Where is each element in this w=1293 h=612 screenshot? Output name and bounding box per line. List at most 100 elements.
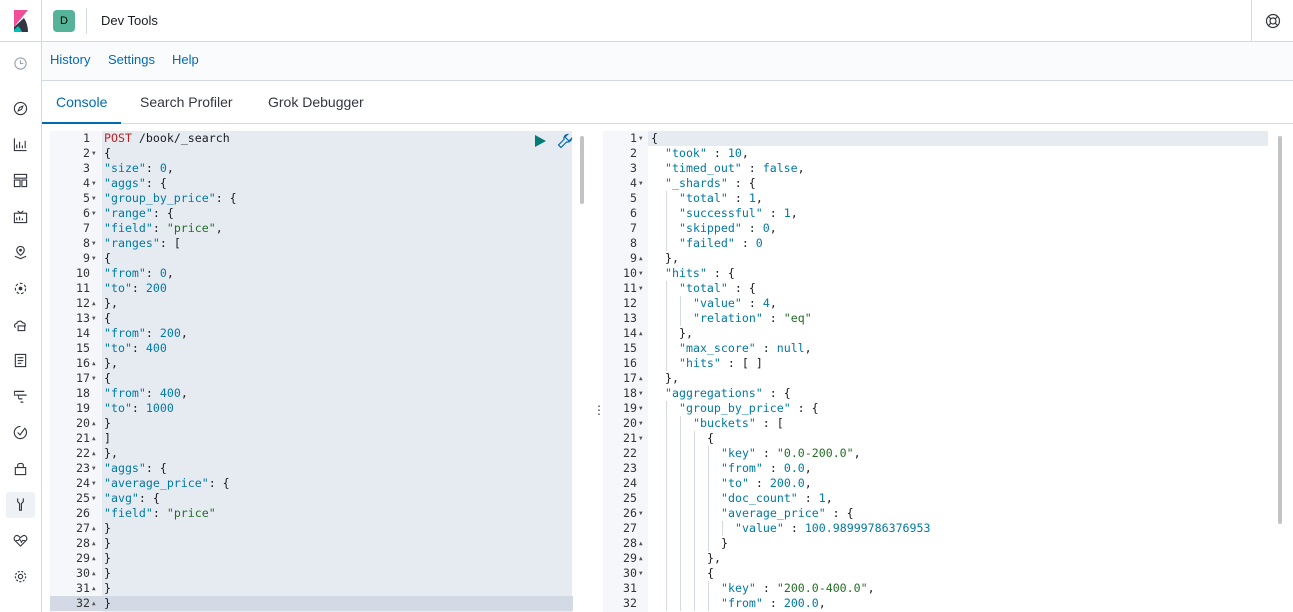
request-line[interactable]: 6 ▼ "range": { [50,206,573,221]
request-line[interactable]: 8 ▼ "ranges": [ [50,236,573,251]
settings-link[interactable]: Settings [108,52,155,67]
history-link[interactable]: History [50,52,90,67]
fold-open-icon[interactable]: ▼ [92,236,96,251]
nav-infrastructure[interactable] [6,312,35,338]
fold-close-icon[interactable]: ▲ [92,566,96,581]
fold-open-icon[interactable]: ▼ [639,176,643,191]
request-line[interactable]: 5 ▼ "group_by_price": { [50,191,573,206]
fold-open-icon[interactable]: ▼ [92,251,96,266]
help-menu-button[interactable] [1251,0,1293,42]
nav-logs[interactable] [6,348,35,374]
fold-close-icon[interactable]: ▲ [639,371,643,386]
nav-dev-tools[interactable] [6,492,35,518]
fold-open-icon[interactable]: ▼ [639,431,643,446]
nav-apm[interactable] [6,384,35,410]
request-line[interactable]: 21 ▲] [50,431,573,446]
nav-machine-learning[interactable] [6,276,35,302]
fold-open-icon[interactable]: ▼ [92,371,96,386]
nav-siem[interactable] [6,456,35,482]
request-line[interactable]: 11 "to": 200 [50,281,573,296]
kibana-logo-icon[interactable] [0,0,42,42]
request-line[interactable]: 3 "size": 0, [50,161,573,176]
fold-open-icon[interactable]: ▼ [92,311,96,326]
fold-close-icon[interactable]: ▲ [92,431,96,446]
fold-close-icon[interactable]: ▲ [92,416,96,431]
request-line[interactable]: 15 "to": 400 [50,341,573,356]
fold-open-icon[interactable]: ▼ [639,416,643,431]
request-line[interactable]: 28 ▲} [50,536,573,551]
nav-discover[interactable] [6,96,35,122]
request-line[interactable]: 2 ▼ { [50,146,573,161]
nav-visualize[interactable] [6,132,35,158]
request-line[interactable]: 17 ▼ { [50,371,573,386]
request-line[interactable]: 4 ▼ "aggs": { [50,176,573,191]
request-line[interactable]: 10 "from": 0, [50,266,573,281]
request-line[interactable]: 9 ▼ { [50,251,573,266]
fold-open-icon[interactable]: ▼ [92,461,96,476]
request-line[interactable]: 29 ▲} [50,551,573,566]
fold-open-icon[interactable]: ▼ [639,566,643,581]
nav-canvas[interactable] [6,204,35,230]
request-line[interactable]: 31 ▲} [50,581,573,596]
fold-close-icon[interactable]: ▲ [92,596,96,611]
request-line[interactable]: 23 ▼ "aggs": { [50,461,573,476]
fold-open-icon[interactable]: ▼ [92,491,96,506]
nav-management[interactable] [6,564,35,590]
request-line[interactable]: 30 ▲} [50,566,573,581]
request-line[interactable]: 19 "to": 1000 [50,401,573,416]
help-link[interactable]: Help [172,52,199,67]
fold-close-icon[interactable]: ▲ [639,326,643,341]
nav-monitoring[interactable] [6,528,35,554]
tab-console[interactable]: Console [42,81,122,124]
request-line[interactable]: 25 ▼ "avg": { [50,491,573,506]
request-line[interactable]: 22 ▲}, [50,446,573,461]
fold-open-icon[interactable]: ▼ [92,476,96,491]
fold-close-icon[interactable]: ▲ [92,551,96,566]
send-request-button[interactable] [533,133,547,149]
request-line[interactable]: 1 POST /book/_search [50,131,573,146]
tab-search-profiler[interactable]: Search Profiler [126,81,247,124]
fold-open-icon[interactable]: ▼ [92,146,96,161]
nav-recently-viewed[interactable] [6,51,35,77]
nav-dashboard[interactable] [6,168,35,194]
fold-close-icon[interactable]: ▲ [92,296,96,311]
request-line[interactable]: 24 ▼ "average_price": { [50,476,573,491]
fold-open-icon[interactable]: ▼ [92,191,96,206]
response-line: 27 "value" : 100.98999786376953 [603,521,1273,536]
request-line[interactable]: 18 "from": 400, [50,386,573,401]
request-scrollbar[interactable] [580,136,584,204]
request-line[interactable]: 13 ▼ { [50,311,573,326]
fold-open-icon[interactable]: ▼ [92,206,96,221]
nav-uptime[interactable] [6,420,35,446]
request-line[interactable]: 7 "field": "price", [50,221,573,236]
request-line[interactable]: 16 ▲}, [50,356,573,371]
code-text: "size": 0, [104,161,174,175]
fold-close-icon[interactable]: ▲ [92,536,96,551]
request-line[interactable]: 32 ▲} [50,596,573,611]
response-line: 1 ▼ { [603,131,1273,146]
fold-open-icon[interactable]: ▼ [639,386,643,401]
wrench-icon[interactable] [557,133,573,149]
fold-open-icon[interactable]: ▼ [639,281,643,296]
fold-close-icon[interactable]: ▲ [639,251,643,266]
fold-open-icon[interactable]: ▼ [639,401,643,416]
request-line[interactable]: 20 ▲} [50,416,573,431]
request-line[interactable]: 12 ▲}, [50,296,573,311]
fold-close-icon[interactable]: ▲ [92,581,96,596]
request-line[interactable]: 26 "field": "price" [50,506,573,521]
response-scrollbar[interactable] [1278,136,1282,524]
space-avatar[interactable]: D [53,10,75,32]
nav-maps[interactable] [6,240,35,266]
fold-close-icon[interactable]: ▲ [639,536,643,551]
request-line[interactable]: 14 "from": 200, [50,326,573,341]
tab-grok-debugger[interactable]: Grok Debugger [254,81,378,124]
fold-close-icon[interactable]: ▲ [92,356,96,371]
fold-close-icon[interactable]: ▲ [639,551,643,566]
fold-close-icon[interactable]: ▲ [92,521,96,536]
fold-open-icon[interactable]: ▼ [639,266,643,281]
fold-open-icon[interactable]: ▼ [92,176,96,191]
fold-open-icon[interactable]: ▼ [639,131,643,146]
fold-open-icon[interactable]: ▼ [639,506,643,521]
request-line[interactable]: 27 ▲} [50,521,573,536]
fold-close-icon[interactable]: ▲ [92,446,96,461]
